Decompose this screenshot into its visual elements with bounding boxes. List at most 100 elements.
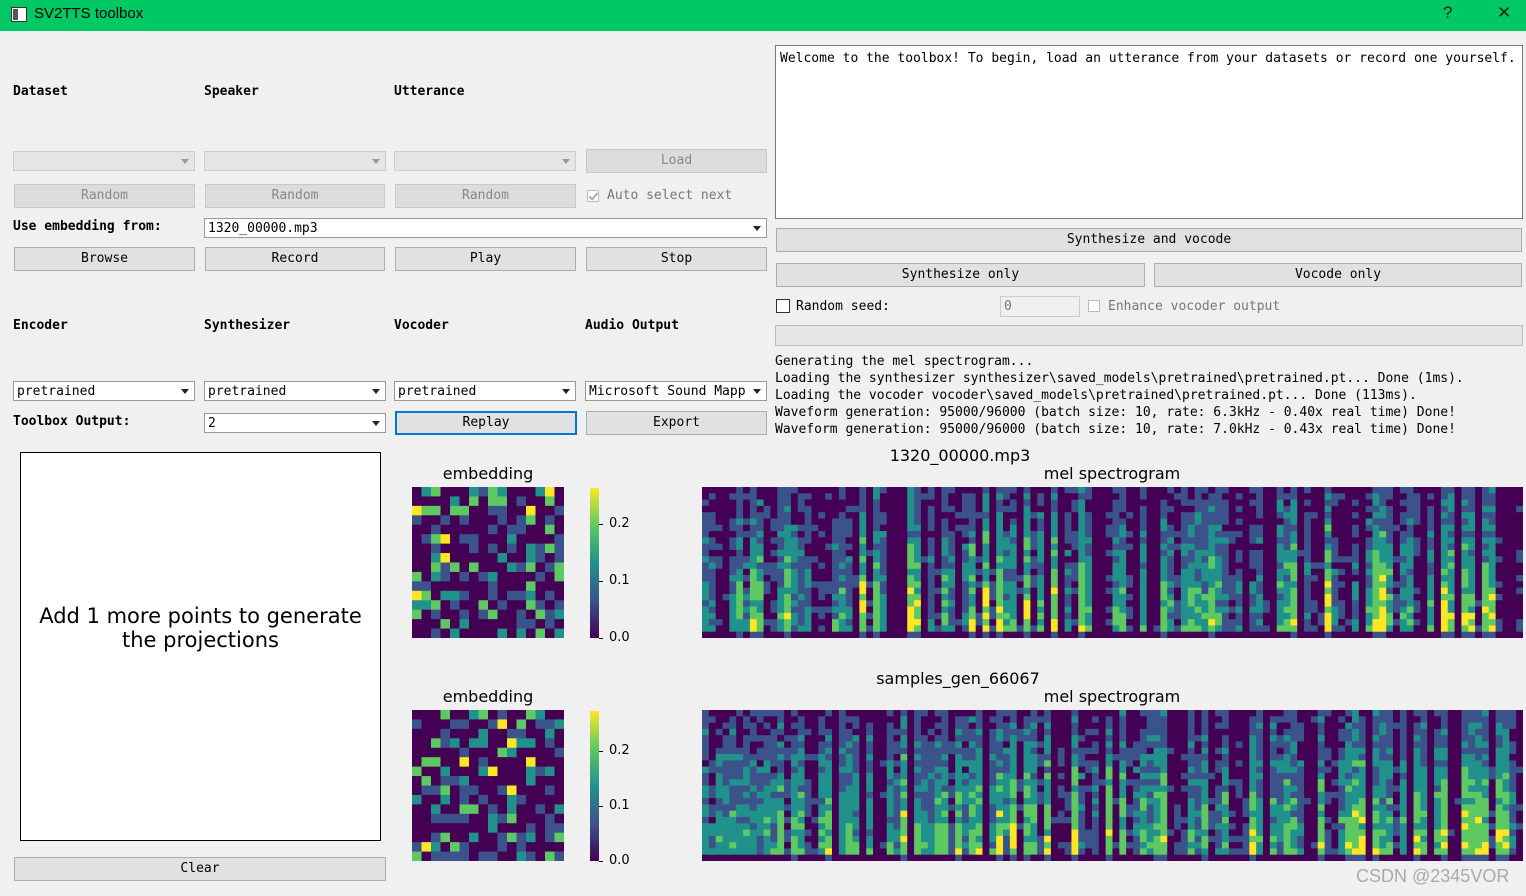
heatmap-cell [526, 832, 536, 843]
heatmap-cell [1263, 568, 1271, 576]
heatmap-cell [1098, 512, 1107, 519]
heatmap-cell [1119, 600, 1127, 608]
heatmap-cell [989, 631, 997, 638]
speaker-combo[interactable] [204, 151, 386, 171]
heatmap-cell [1235, 575, 1243, 582]
heatmap-cell [1345, 593, 1353, 601]
heatmap-cell [934, 619, 942, 626]
load-button[interactable]: Load [586, 149, 767, 173]
heatmap-cell [934, 829, 942, 837]
heatmap-cell [1037, 531, 1045, 538]
heatmap-cell [450, 719, 460, 730]
heatmap-cell [516, 823, 527, 834]
stop-button[interactable]: Stop [586, 247, 767, 271]
heatmap-cell [507, 813, 517, 824]
utterance-combo[interactable] [394, 151, 576, 171]
heatmap-cell [1420, 619, 1428, 626]
heatmap-cell [749, 829, 758, 837]
help-button[interactable]: ? [1443, 3, 1452, 23]
heatmap-cell [873, 531, 881, 538]
heatmap-cell [948, 524, 956, 532]
heatmap-cell [1016, 766, 1025, 774]
heatmap-cell [934, 835, 942, 843]
heatmap-cell [811, 549, 819, 557]
heatmap-cell [1187, 587, 1196, 595]
dataset-combo[interactable] [13, 151, 195, 171]
synthesize-and-vocode-button[interactable]: Synthesize and vocode [776, 228, 1522, 252]
heatmap-cell [790, 543, 799, 551]
text-input[interactable]: Welcome to the toolbox! To begin, load a… [775, 45, 1523, 219]
heatmap-cell [1091, 754, 1100, 761]
heatmap-cell [1406, 537, 1415, 545]
heatmap-cell [1003, 606, 1011, 614]
auto-select-next-checkbox[interactable] [587, 190, 599, 202]
heatmap-cell [1304, 543, 1312, 551]
heatmap-cell [784, 741, 792, 749]
random-dataset-button[interactable]: Random [14, 184, 195, 208]
heatmap-cell [459, 505, 470, 516]
heatmap-cell [1016, 524, 1025, 532]
heatmap-cell [920, 499, 929, 507]
vocoder-combo[interactable]: pretrained [394, 381, 576, 401]
browse-button[interactable]: Browse [14, 247, 195, 271]
heatmap-cell [948, 779, 956, 786]
audio-output-combo[interactable]: Microsoft Sound Mapp [585, 381, 767, 401]
export-button[interactable]: Export [586, 411, 767, 435]
heatmap-cell [722, 741, 730, 749]
heatmap-cell [1338, 493, 1346, 501]
heatmap-cell [893, 716, 901, 724]
heatmap-cell [1338, 581, 1346, 589]
heatmap-cell [1324, 612, 1332, 620]
vocode-only-button[interactable]: Vocode only [1154, 263, 1522, 287]
heatmap-cell [1256, 600, 1264, 608]
heatmap-cell [1488, 575, 1497, 582]
heatmap-cell [1078, 791, 1086, 799]
heatmap-cell [989, 722, 997, 730]
toolbox-output-combo[interactable]: 2 [204, 413, 386, 433]
heatmap-cell [1126, 791, 1134, 799]
record-button[interactable]: Record [205, 247, 385, 271]
heatmap-cell [914, 537, 922, 545]
play-button[interactable]: Play [395, 247, 576, 271]
heatmap-cell [866, 747, 874, 755]
heatmap-cell [763, 766, 771, 774]
heatmap-cell [818, 772, 826, 780]
clear-button[interactable]: Clear [14, 857, 386, 881]
heatmap-cell [722, 804, 730, 812]
synthesize-only-button[interactable]: Synthesize only [776, 263, 1145, 287]
close-icon[interactable]: ✕ [1497, 3, 1511, 23]
random-speaker-button[interactable]: Random [205, 184, 385, 208]
heatmap-cell [770, 829, 778, 837]
heatmap-cell [948, 772, 956, 780]
heatmap-cell [968, 575, 977, 582]
heatmap-cell [1050, 804, 1059, 812]
encoder-combo[interactable]: pretrained [13, 381, 195, 401]
random-seed-input[interactable]: 0 [1000, 296, 1080, 317]
replay-button[interactable]: Replay [395, 411, 577, 435]
heatmap-cell [1003, 556, 1011, 563]
heatmap-cell [770, 854, 778, 861]
heatmap-cell [1119, 829, 1127, 837]
enhance-vocoder-checkbox[interactable] [1088, 300, 1100, 312]
heatmap-cell [1105, 816, 1113, 824]
heatmap-cell [1276, 531, 1285, 538]
heatmap-cell [1502, 512, 1510, 519]
heatmap-cell [469, 776, 479, 786]
heatmap-cell [1187, 493, 1196, 501]
heatmap-cell [1242, 593, 1250, 601]
heatmap-cell [507, 600, 517, 611]
heatmap-cell [879, 716, 888, 724]
synthesizer-combo[interactable]: pretrained [204, 381, 386, 401]
use-embedding-combo[interactable]: 1320_00000.mp3 [204, 218, 767, 238]
heatmap-cell [1413, 568, 1421, 576]
heatmap-cell [852, 518, 860, 526]
heatmap-cell [975, 810, 984, 818]
random-utterance-button[interactable]: Random [395, 184, 576, 208]
random-seed-checkbox[interactable] [776, 299, 790, 313]
heatmap-cell [866, 619, 874, 626]
heatmap-cell [469, 581, 479, 592]
heatmap-cell [1331, 487, 1339, 494]
heatmap-cell [1133, 600, 1141, 608]
heatmap-cell [790, 848, 799, 856]
heatmap-cell [1413, 524, 1421, 532]
